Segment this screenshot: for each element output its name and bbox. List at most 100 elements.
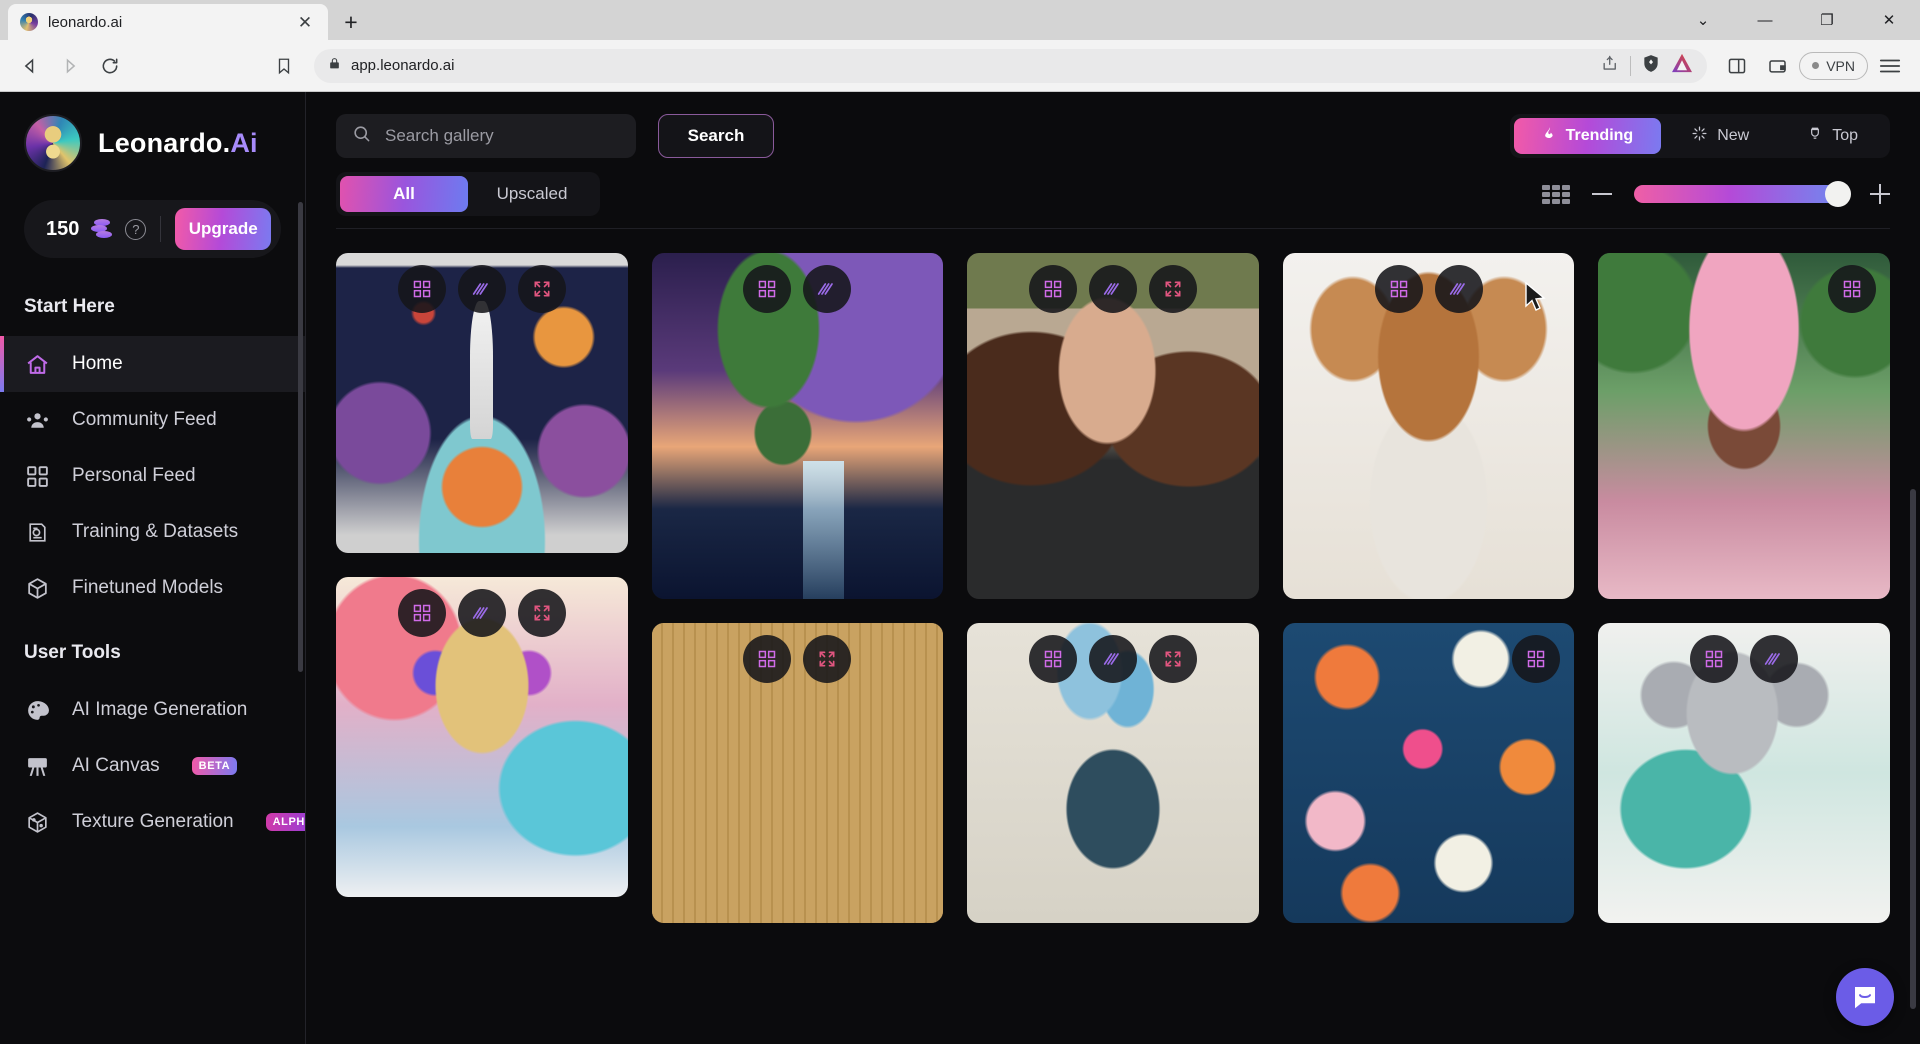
sidebar-item-texture-generation[interactable]: Texture Generation ALPHA bbox=[0, 794, 305, 850]
zoom-in-button[interactable] bbox=[1870, 184, 1890, 204]
zoom-slider[interactable] bbox=[1634, 181, 1851, 207]
card-actions bbox=[652, 265, 944, 313]
remix-icon[interactable] bbox=[1827, 265, 1876, 313]
gallery-card[interactable] bbox=[967, 623, 1259, 923]
search-input[interactable]: Search gallery bbox=[336, 114, 636, 158]
hamburger-menu-icon[interactable] bbox=[1872, 48, 1908, 84]
back-icon[interactable] bbox=[12, 48, 48, 84]
brand-header[interactable]: Leonardo.Ai bbox=[0, 114, 305, 172]
wallet-icon[interactable] bbox=[1759, 48, 1795, 84]
variations-icon[interactable] bbox=[1434, 265, 1483, 313]
tab-label: Trending bbox=[1565, 127, 1634, 144]
gallery-scroll-area[interactable] bbox=[306, 229, 1920, 1044]
gallery-card[interactable] bbox=[651, 253, 944, 599]
gallery-card[interactable] bbox=[1282, 253, 1575, 599]
brand-name-text: Leonardo. bbox=[98, 127, 231, 158]
address-bar[interactable]: app.leonardo.ai bbox=[314, 48, 1708, 83]
tab-all[interactable]: All bbox=[340, 176, 468, 212]
window-close-button[interactable]: ✕ bbox=[1858, 0, 1920, 40]
forward-icon[interactable] bbox=[52, 48, 88, 84]
remix-icon[interactable] bbox=[743, 265, 792, 313]
sidebar-item-ai-canvas[interactable]: AI Canvas BETA bbox=[0, 738, 305, 794]
remix-icon[interactable] bbox=[1374, 265, 1423, 313]
tab-new[interactable]: New bbox=[1663, 118, 1777, 154]
remix-icon[interactable] bbox=[1512, 635, 1561, 683]
gallery-scrollbar[interactable] bbox=[1910, 489, 1916, 1009]
card-actions bbox=[1598, 265, 1890, 313]
remix-icon[interactable] bbox=[397, 589, 446, 637]
vpn-badge[interactable]: VPN bbox=[1799, 51, 1868, 80]
variations-icon[interactable] bbox=[1750, 635, 1799, 683]
variations-icon[interactable] bbox=[457, 589, 506, 637]
bookmark-icon[interactable] bbox=[266, 48, 302, 84]
brave-lion-icon[interactable] bbox=[1641, 53, 1661, 79]
gallery-card[interactable] bbox=[336, 577, 628, 897]
remix-icon[interactable] bbox=[397, 265, 446, 313]
sidebar-item-label: Texture Generation bbox=[72, 811, 234, 832]
flame-icon bbox=[1542, 125, 1557, 147]
tab-title: leonardo.ai bbox=[48, 13, 123, 31]
remix-icon[interactable] bbox=[743, 635, 792, 683]
palette-icon bbox=[24, 697, 50, 723]
browser-window: leonardo.ai ✕ + ⌄ — ❐ ✕ app.leonardo.ai … bbox=[0, 0, 1920, 1044]
tab-top[interactable]: Top bbox=[1779, 118, 1886, 154]
tab-upscaled[interactable]: Upscaled bbox=[468, 176, 596, 212]
tab-search-chevron-icon[interactable]: ⌄ bbox=[1672, 0, 1734, 40]
remix-icon[interactable] bbox=[1028, 635, 1077, 683]
variations-icon[interactable] bbox=[803, 265, 852, 313]
close-icon[interactable]: ✕ bbox=[294, 11, 316, 33]
expand-icon[interactable] bbox=[1148, 265, 1197, 313]
sidebar-item-personal-feed[interactable]: Personal Feed bbox=[0, 448, 305, 504]
help-question-icon[interactable]: ? bbox=[125, 218, 147, 240]
sidebar-item-community-feed[interactable]: Community Feed bbox=[0, 392, 305, 448]
card-actions bbox=[336, 265, 628, 313]
upgrade-button[interactable]: Upgrade bbox=[175, 208, 271, 250]
zoom-slider-handle[interactable] bbox=[1825, 181, 1851, 207]
gallery-card[interactable] bbox=[651, 623, 944, 923]
gallery-card[interactable] bbox=[336, 253, 628, 553]
brave-rewards-triangle-icon[interactable] bbox=[1671, 53, 1693, 78]
share-icon[interactable] bbox=[1601, 54, 1620, 78]
grid-squares-icon bbox=[24, 463, 50, 489]
vpn-label: VPN bbox=[1826, 57, 1855, 74]
sidebar-item-label: AI Image Generation bbox=[72, 699, 248, 720]
browser-tab[interactable]: leonardo.ai ✕ bbox=[8, 4, 328, 40]
expand-icon[interactable] bbox=[1148, 635, 1197, 683]
remix-icon[interactable] bbox=[1028, 265, 1077, 313]
gallery-toolbar: Search gallery Search Trending New Top A… bbox=[306, 92, 1920, 229]
sparkle-icon bbox=[1691, 125, 1708, 147]
zoom-controls bbox=[1542, 181, 1890, 207]
expand-icon[interactable] bbox=[517, 265, 566, 313]
coin-stack-icon bbox=[91, 219, 113, 239]
new-tab-button[interactable]: + bbox=[328, 4, 374, 40]
reload-icon[interactable] bbox=[92, 48, 128, 84]
tab-trending[interactable]: Trending bbox=[1513, 118, 1662, 154]
variations-icon[interactable] bbox=[1088, 265, 1137, 313]
gallery-card[interactable] bbox=[967, 253, 1259, 599]
sidebar-item-home[interactable]: Home bbox=[0, 336, 305, 392]
gallery-card[interactable] bbox=[1282, 623, 1575, 923]
credit-count: 150 bbox=[46, 217, 80, 240]
remix-icon[interactable] bbox=[1690, 635, 1739, 683]
minimize-button[interactable]: — bbox=[1734, 0, 1796, 40]
home-icon bbox=[24, 351, 50, 377]
intercom-chat-icon[interactable] bbox=[1836, 968, 1894, 1026]
sidebar-item-label: Training & Datasets bbox=[72, 521, 239, 542]
browser-tabstrip: leonardo.ai ✕ + ⌄ — ❐ ✕ bbox=[0, 0, 1920, 40]
gallery-card[interactable] bbox=[1598, 253, 1890, 599]
chip-training-icon bbox=[24, 519, 50, 545]
expand-icon[interactable] bbox=[517, 589, 566, 637]
sidebar-item-training-datasets[interactable]: Training & Datasets bbox=[0, 504, 305, 560]
gallery-card[interactable] bbox=[1598, 623, 1890, 923]
grid-view-icon[interactable] bbox=[1542, 184, 1570, 204]
search-button[interactable]: Search bbox=[658, 114, 774, 158]
variations-icon[interactable] bbox=[1088, 635, 1137, 683]
sidebar-item-finetuned-models[interactable]: Finetuned Models bbox=[0, 560, 305, 616]
expand-icon[interactable] bbox=[803, 635, 852, 683]
sidebar-scrollbar[interactable] bbox=[298, 202, 303, 672]
sidebar-panel-icon[interactable] bbox=[1719, 48, 1755, 84]
zoom-out-button[interactable] bbox=[1592, 193, 1612, 195]
sidebar-item-ai-image-generation[interactable]: AI Image Generation bbox=[0, 682, 305, 738]
variations-icon[interactable] bbox=[457, 265, 506, 313]
maximize-button[interactable]: ❐ bbox=[1796, 0, 1858, 40]
